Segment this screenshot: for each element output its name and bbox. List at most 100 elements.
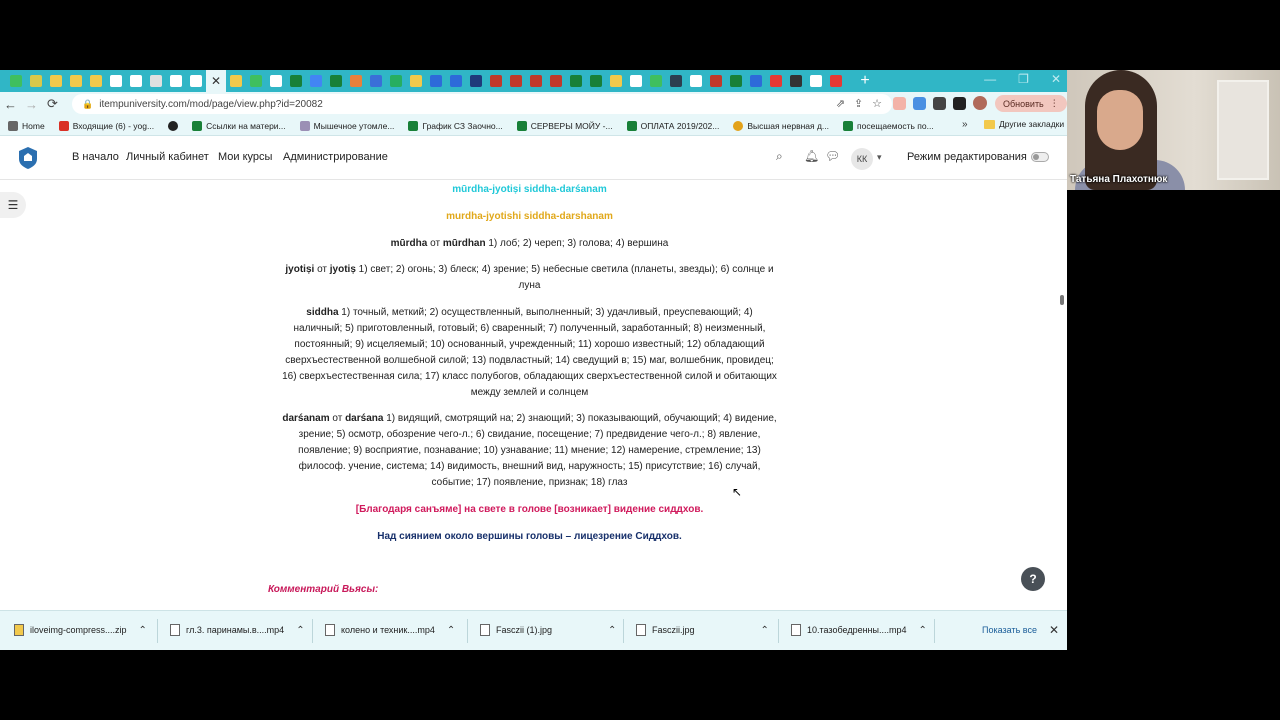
bookmark-servers[interactable]: СЕРВЕРЫ МОЙУ -... bbox=[516, 120, 613, 131]
window-close-button[interactable]: ✕ bbox=[1051, 72, 1061, 86]
browser-tab[interactable] bbox=[826, 70, 846, 92]
browser-tab[interactable] bbox=[306, 70, 326, 92]
browser-tab[interactable] bbox=[446, 70, 466, 92]
chevron-up-icon[interactable]: ⌃ bbox=[139, 625, 147, 636]
browser-tab[interactable] bbox=[386, 70, 406, 92]
bookmark-github[interactable] bbox=[168, 120, 179, 131]
update-button[interactable]: Обновить ⋮ bbox=[995, 95, 1067, 112]
download-item[interactable]: Fasczii (1).jpg ⌃ bbox=[480, 624, 616, 636]
url-field[interactable]: 🔒 itempuniversity.com/mod/page/view.php?… bbox=[72, 94, 892, 114]
browser-tab[interactable] bbox=[46, 70, 66, 92]
window-maximize-button[interactable]: ❐ bbox=[1018, 72, 1029, 86]
reload-icon[interactable]: ⟳ bbox=[42, 96, 63, 112]
bookmark-gmail[interactable]: Входящие (6) - yog... bbox=[58, 120, 154, 131]
bookmark-payment[interactable]: ОПЛАТА 2019/202... bbox=[626, 120, 719, 131]
browser-tab[interactable] bbox=[186, 70, 206, 92]
bookmark-nervous[interactable]: Высшая нервная д... bbox=[733, 120, 829, 131]
browser-tab[interactable] bbox=[326, 70, 346, 92]
bookmark-attendance[interactable]: посещаемость по... bbox=[843, 120, 934, 131]
browser-tab[interactable] bbox=[606, 70, 626, 92]
download-item[interactable]: гл.3. паринамы.в....mp4 ⌃ bbox=[170, 624, 305, 636]
browser-tab[interactable] bbox=[6, 70, 26, 92]
download-item[interactable]: колено и техник....mp4 ⌃ bbox=[325, 624, 455, 636]
browser-tab[interactable] bbox=[266, 70, 286, 92]
user-avatar[interactable]: КК bbox=[851, 148, 873, 170]
forward-arrow-icon[interactable]: → bbox=[21, 97, 42, 112]
browser-tab[interactable] bbox=[26, 70, 46, 92]
browser-tab[interactable] bbox=[166, 70, 186, 92]
browser-tab[interactable] bbox=[766, 70, 786, 92]
share-icon[interactable]: ⇪ bbox=[854, 97, 863, 110]
chevron-up-icon[interactable]: ⌃ bbox=[761, 625, 769, 636]
browser-tab[interactable] bbox=[106, 70, 126, 92]
close-tab-icon[interactable]: ✕ bbox=[211, 74, 221, 88]
browser-tab[interactable] bbox=[506, 70, 526, 92]
chevron-up-icon[interactable]: ⌃ bbox=[919, 625, 927, 636]
browser-tab[interactable] bbox=[126, 70, 146, 92]
puzzle-icon[interactable] bbox=[933, 96, 946, 110]
bookmarks-overflow-icon[interactable]: » bbox=[962, 119, 968, 130]
browser-tab[interactable] bbox=[786, 70, 806, 92]
browser-tab[interactable] bbox=[706, 70, 726, 92]
download-item[interactable]: Fasczii.jpg ⌃ bbox=[636, 624, 769, 636]
browser-tab[interactable] bbox=[246, 70, 266, 92]
browser-tab[interactable] bbox=[566, 70, 586, 92]
close-icon[interactable]: ✕ bbox=[1049, 623, 1059, 637]
browser-tab[interactable] bbox=[426, 70, 446, 92]
browser-tab[interactable] bbox=[466, 70, 486, 92]
bookmark-muscle[interactable]: Мышечное утомле... bbox=[299, 120, 394, 131]
extension-icon[interactable] bbox=[893, 96, 906, 110]
browser-tab[interactable] bbox=[686, 70, 706, 92]
site-logo[interactable] bbox=[18, 146, 38, 170]
browser-tab[interactable] bbox=[726, 70, 746, 92]
lock-icon[interactable]: 🔒 bbox=[82, 99, 93, 110]
browser-tab[interactable] bbox=[406, 70, 426, 92]
download-item[interactable]: 10.тазобедренны....mp4 ⌃ bbox=[791, 624, 927, 636]
browser-tab[interactable] bbox=[346, 70, 366, 92]
bell-icon[interactable]: 🔔︎ bbox=[804, 149, 819, 163]
back-arrow-icon[interactable]: ← bbox=[0, 97, 21, 112]
browser-tab[interactable] bbox=[546, 70, 566, 92]
browser-tab[interactable] bbox=[586, 70, 606, 92]
browser-tab-active[interactable]: ✕ bbox=[206, 70, 226, 92]
open-in-new-icon[interactable]: ⇗ bbox=[836, 97, 845, 110]
bookmark-home[interactable]: Home bbox=[8, 120, 45, 131]
extension-icon[interactable] bbox=[913, 96, 926, 110]
browser-tab[interactable] bbox=[366, 70, 386, 92]
download-item[interactable]: iloveimg-compress....zip ⌃ bbox=[14, 624, 147, 636]
nav-home[interactable]: В начало bbox=[72, 151, 119, 163]
nav-dashboard[interactable]: Личный кабинет bbox=[126, 151, 209, 163]
other-bookmarks[interactable]: Другие закладки bbox=[984, 119, 1064, 129]
bookmark-star-icon[interactable]: ☆ bbox=[872, 97, 882, 110]
browser-tab[interactable] bbox=[486, 70, 506, 92]
bookmark-links[interactable]: Ссылки на матери... bbox=[192, 120, 286, 131]
browser-tab[interactable] bbox=[286, 70, 306, 92]
browser-tab[interactable] bbox=[626, 70, 646, 92]
search-icon[interactable]: ⌕ bbox=[776, 149, 783, 164]
profile-avatar[interactable] bbox=[973, 96, 987, 110]
chat-icon[interactable]: 💬︎ bbox=[825, 149, 840, 163]
window-minimize-button[interactable]: — bbox=[984, 72, 996, 86]
chevron-up-icon[interactable]: ⌃ bbox=[296, 625, 304, 636]
chevron-down-icon[interactable]: ▾ bbox=[877, 152, 882, 163]
bookmark-schedule[interactable]: График СЗ Заочно... bbox=[408, 120, 503, 131]
browser-tab[interactable] bbox=[66, 70, 86, 92]
show-all-downloads-button[interactable]: Показать все bbox=[982, 625, 1037, 635]
sidepanel-icon[interactable] bbox=[953, 96, 966, 110]
browser-tab[interactable] bbox=[666, 70, 686, 92]
browser-tab[interactable] bbox=[146, 70, 166, 92]
course-index-toggle[interactable]: ☰ bbox=[0, 192, 26, 218]
chevron-up-icon[interactable]: ⌃ bbox=[447, 625, 455, 636]
help-button[interactable]: ? bbox=[1021, 567, 1045, 591]
browser-tab[interactable] bbox=[806, 70, 826, 92]
page-scrollbar[interactable] bbox=[1060, 295, 1064, 305]
browser-tab[interactable] bbox=[746, 70, 766, 92]
nav-my-courses[interactable]: Мои курсы bbox=[218, 151, 272, 163]
nav-admin[interactable]: Администрирование bbox=[283, 151, 388, 163]
browser-tab[interactable] bbox=[86, 70, 106, 92]
browser-tab[interactable] bbox=[646, 70, 666, 92]
new-tab-button[interactable]: + bbox=[854, 70, 876, 92]
edit-mode-toggle[interactable] bbox=[1031, 152, 1049, 162]
chevron-up-icon[interactable]: ⌃ bbox=[608, 625, 616, 636]
browser-tab[interactable] bbox=[226, 70, 246, 92]
